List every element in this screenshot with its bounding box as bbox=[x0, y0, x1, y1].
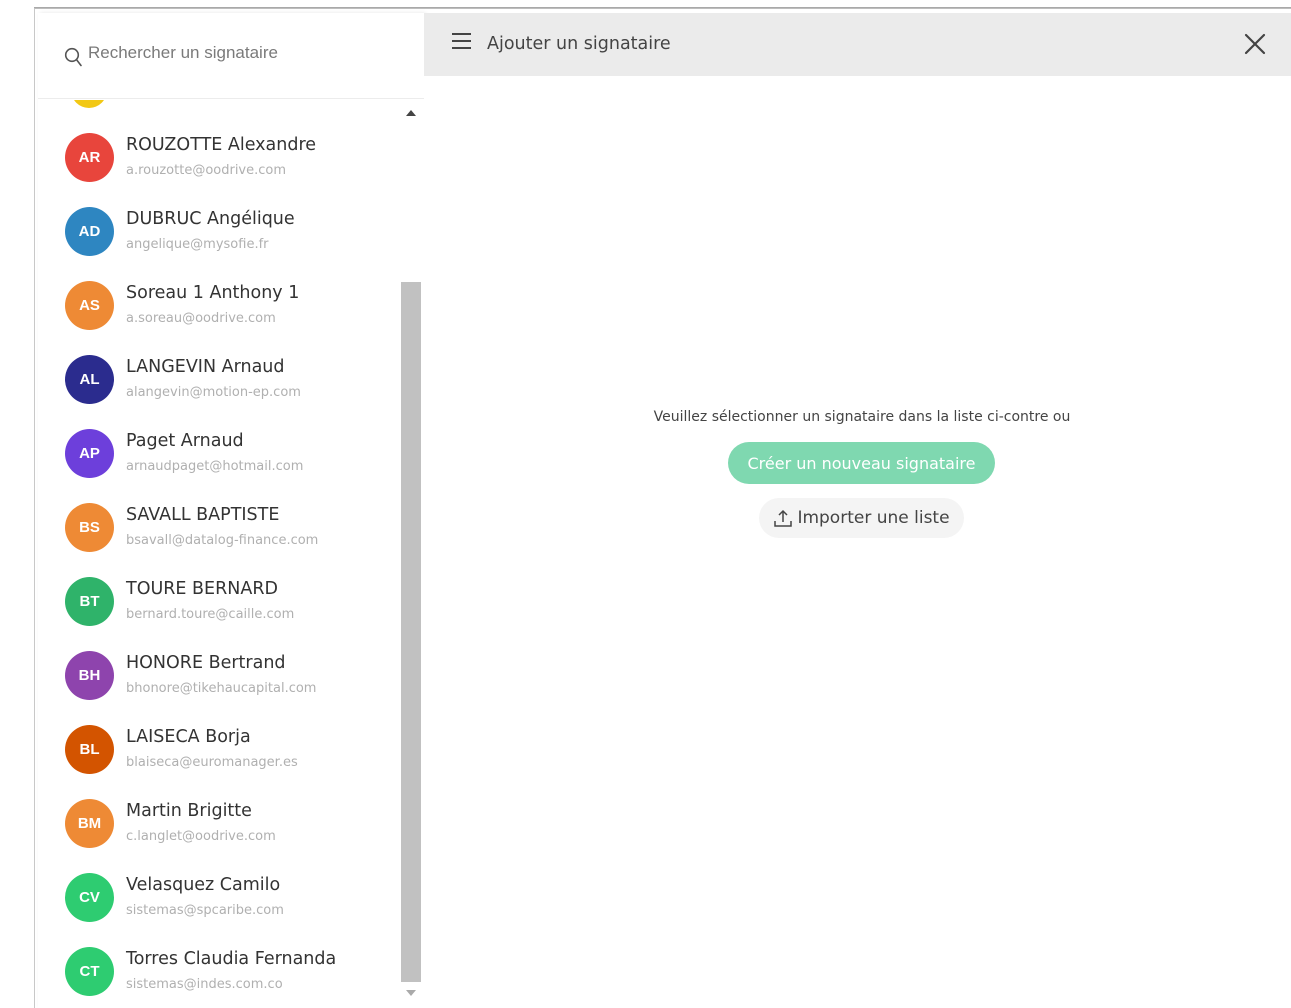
avatar: BT bbox=[65, 577, 114, 626]
signer-name: Torres Claudia Fernanda bbox=[126, 949, 337, 969]
list-scrollbar[interactable] bbox=[399, 100, 423, 1008]
signer-name: Paget Arnaud bbox=[126, 431, 244, 451]
avatar: BM bbox=[65, 799, 114, 848]
signer-email: a.soreau@oodrive.com bbox=[126, 311, 276, 326]
signer-email: alangevin@motion-ep.com bbox=[126, 385, 301, 400]
signer-email: bhonore@tikehaucapital.com bbox=[126, 681, 317, 696]
avatar: AS bbox=[65, 281, 114, 330]
avatar: AD bbox=[65, 207, 114, 256]
panel-header: Ajouter un signataire bbox=[424, 13, 1291, 76]
list-item[interactable]: BH HONORE Bertrand bhonore@tikehaucapita… bbox=[38, 632, 398, 706]
scroll-thumb[interactable] bbox=[401, 282, 421, 982]
signer-email: angelique@mysofie.fr bbox=[126, 237, 269, 252]
avatar: CV bbox=[65, 873, 114, 922]
import-list-label: Importer une liste bbox=[797, 508, 950, 528]
instruction-text: Veuillez sélectionner un signataire dans… bbox=[653, 409, 1071, 425]
signer-email: a.rouzotte@oodrive.com bbox=[126, 163, 287, 178]
search-bar bbox=[38, 13, 424, 99]
signer-list: AR ROUZOTTE Alexandre a.rouzotte@oodrive… bbox=[38, 100, 424, 1008]
create-signer-button[interactable]: Créer un nouveau signataire bbox=[728, 442, 995, 484]
avatar: AL bbox=[65, 355, 114, 404]
signer-email: c.langlet@oodrive.com bbox=[126, 829, 276, 844]
signer-name: Martin Brigitte bbox=[126, 801, 252, 821]
upload-icon bbox=[774, 509, 793, 527]
signer-email: blaiseca@euromanager.es bbox=[126, 755, 298, 770]
avatar: BH bbox=[65, 651, 114, 700]
import-list-button[interactable]: Importer une liste bbox=[759, 498, 964, 538]
signer-email: sistemas@indes.com.co bbox=[126, 977, 283, 992]
list-item[interactable]: BS SAVALL BAPTISTE bsavall@datalog-finan… bbox=[38, 484, 398, 558]
signer-detail-panel: Veuillez sélectionner un signataire dans… bbox=[424, 76, 1291, 1008]
close-icon[interactable] bbox=[1242, 31, 1268, 57]
signer-name: ROUZOTTE Alexandre bbox=[126, 135, 317, 155]
hamburger-menu-icon[interactable] bbox=[452, 33, 472, 51]
signer-name: Velasquez Camilo bbox=[126, 875, 281, 895]
signer-name: LANGEVIN Arnaud bbox=[126, 357, 285, 377]
list-item[interactable]: BT TOURE BERNARD bernard.toure@caille.co… bbox=[38, 558, 398, 632]
signer-name: LAISECA Borja bbox=[126, 727, 251, 747]
list-item[interactable]: AR ROUZOTTE Alexandre a.rouzotte@oodrive… bbox=[38, 114, 398, 188]
list-item[interactable]: BM Martin Brigitte c.langlet@oodrive.com bbox=[38, 780, 398, 854]
avatar: AR bbox=[65, 133, 114, 182]
list-item[interactable]: AL LANGEVIN Arnaud alangevin@motion-ep.c… bbox=[38, 336, 398, 410]
list-item[interactable]: CV Velasquez Camilo sistemas@spcaribe.co… bbox=[38, 854, 398, 928]
avatar bbox=[71, 100, 107, 108]
list-item[interactable]: AS Soreau 1 Anthony 1 a.soreau@oodrive.c… bbox=[38, 262, 398, 336]
signer-name: Soreau 1 Anthony 1 bbox=[126, 283, 300, 303]
list-item[interactable]: BL LAISECA Borja blaiseca@euromanager.es bbox=[38, 706, 398, 780]
list-item[interactable]: AP Paget Arnaud arnaudpaget@hotmail.com bbox=[38, 410, 398, 484]
page-title: Ajouter un signataire bbox=[487, 34, 671, 54]
list-item[interactable]: AD DUBRUC Angélique angelique@mysofie.fr bbox=[38, 188, 398, 262]
signer-name: TOURE BERNARD bbox=[126, 579, 278, 599]
signer-name: HONORE Bertrand bbox=[126, 653, 286, 673]
search-input[interactable] bbox=[88, 39, 388, 67]
signer-name: DUBRUC Angélique bbox=[126, 209, 295, 229]
list-item[interactable]: CT Torres Claudia Fernanda sistemas@inde… bbox=[38, 928, 398, 1002]
avatar: CT bbox=[65, 947, 114, 996]
scroll-down-arrow-icon[interactable] bbox=[406, 990, 416, 996]
avatar: AP bbox=[65, 429, 114, 478]
signer-email: bsavall@datalog-finance.com bbox=[126, 533, 319, 548]
search-icon bbox=[64, 47, 82, 67]
signer-list-panel: AR ROUZOTTE Alexandre a.rouzotte@oodrive… bbox=[38, 13, 424, 1008]
signer-email: arnaudpaget@hotmail.com bbox=[126, 459, 304, 474]
background-page-left bbox=[0, 0, 34, 1008]
signer-email: sistemas@spcaribe.com bbox=[126, 903, 284, 918]
signer-email: bernard.toure@caille.com bbox=[126, 607, 295, 622]
avatar: BS bbox=[65, 503, 114, 552]
scroll-up-arrow-icon[interactable] bbox=[406, 110, 416, 116]
avatar: BL bbox=[65, 725, 114, 774]
signer-name: SAVALL BAPTISTE bbox=[126, 505, 280, 525]
